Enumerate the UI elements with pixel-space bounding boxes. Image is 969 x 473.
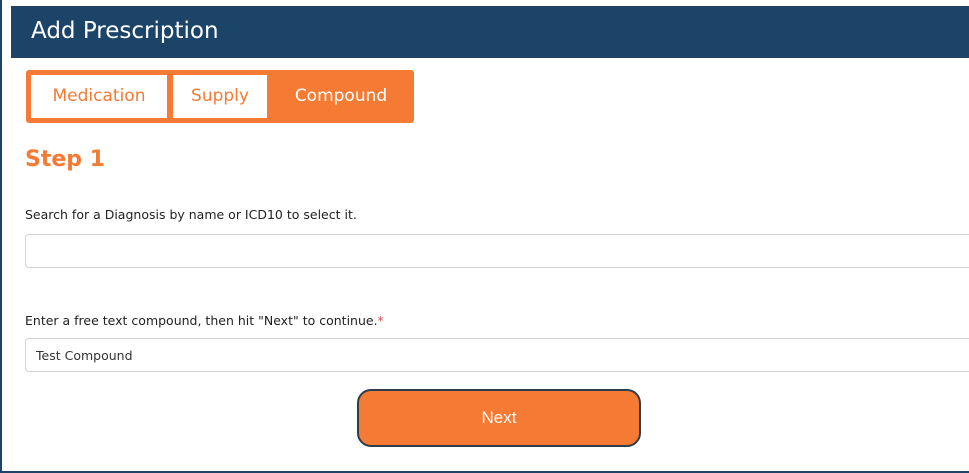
- header-bar: Add Prescription: [11, 6, 969, 58]
- next-button[interactable]: Next: [357, 389, 641, 447]
- tab-medication[interactable]: Medication: [31, 75, 167, 118]
- diagnosis-search-input[interactable]: [25, 234, 969, 268]
- page-frame: Add Prescription Medication Supply Compo…: [0, 0, 969, 473]
- compound-input[interactable]: [25, 338, 969, 372]
- step-title: Step 1: [25, 147, 105, 172]
- required-mark: *: [377, 313, 384, 328]
- tab-compound[interactable]: Compound: [273, 75, 409, 118]
- diagnosis-search-label: Search for a Diagnosis by name or ICD10 …: [25, 207, 357, 222]
- compound-label: Enter a free text compound, then hit "Ne…: [25, 312, 384, 330]
- tab-supply[interactable]: Supply: [173, 75, 267, 118]
- page-title: Add Prescription: [31, 18, 219, 44]
- compound-label-text: Enter a free text compound, then hit "Ne…: [25, 313, 378, 328]
- prescription-type-tabs: Medication Supply Compound: [26, 70, 414, 123]
